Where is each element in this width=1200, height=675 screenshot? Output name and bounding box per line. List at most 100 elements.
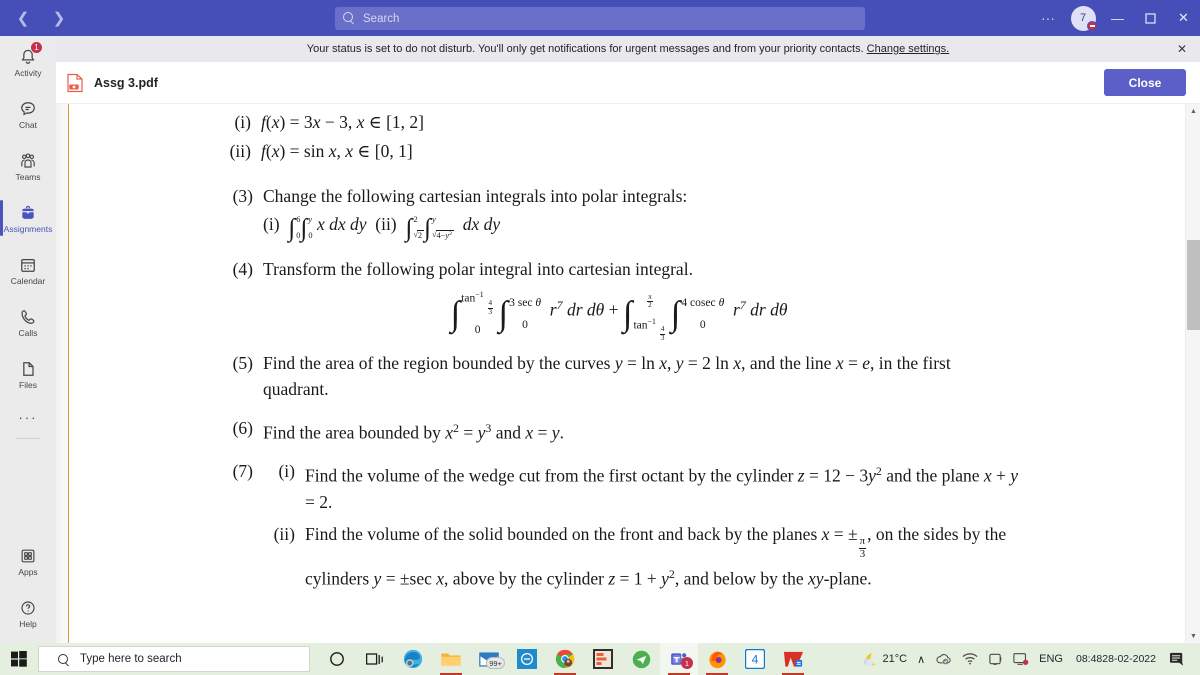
sidebar-item-help[interactable]: Help (0, 587, 56, 639)
microsoft-edge-icon (403, 649, 423, 669)
taskbar-app-wps-office[interactable] (774, 643, 812, 675)
temperature-label: 21°C (882, 653, 908, 665)
question-4-display-equation: ∫ tan−1 430 ∫ 3 sec θ0 r7 dr dθ + ∫ π 2 tan−1… (450, 290, 788, 343)
sidebar-item-label: Teams (15, 171, 41, 182)
avatar[interactable]: 7 (1065, 0, 1101, 36)
scroll-down-arrow-icon[interactable]: ▼ (1186, 629, 1200, 643)
start-button[interactable] (0, 643, 38, 675)
question-7-ii: (ii) Find the volume of the solid bounde… (263, 521, 1019, 592)
pdf-page: (i) f(x) = 3x − 3, x ∈ [1, 2] (ii) f(x) … (69, 104, 1187, 643)
onedrive-status[interactable] (930, 643, 957, 675)
sidebar-item-files[interactable]: Files (0, 348, 56, 400)
task-view-button[interactable] (356, 643, 394, 675)
vertical-scrollbar[interactable]: ▲ ▼ (1185, 104, 1200, 643)
question-circle-icon (18, 598, 38, 618)
sidebar-item-calls[interactable]: Calls (0, 296, 56, 348)
item-number: (ii) (229, 141, 251, 161)
taskbar-app-mail[interactable]: 99+ (470, 643, 508, 675)
item-body: f(x) = sin x, x ∈ [0, 1] (261, 141, 413, 161)
maximize-button[interactable] (1134, 0, 1167, 36)
pdf-text-content: (i) f(x) = 3x − 3, x ∈ [1, 2] (ii) f(x) … (219, 109, 1019, 597)
scrollbar-thumb[interactable] (1187, 240, 1200, 330)
taskbar-app-google-chrome[interactable] (546, 643, 584, 675)
sidebar-item-label: Apps (18, 566, 38, 577)
item-body: Find the volume of the solid bounded on … (305, 523, 1007, 589)
file-header-bar: Assg 3.pdf Close (56, 62, 1200, 104)
close-window-button[interactable]: ✕ (1167, 0, 1200, 36)
do-not-disturb-badge (1087, 21, 1097, 31)
blue-app-icon (517, 649, 537, 669)
scroll-up-arrow-icon[interactable]: ▲ (1186, 104, 1200, 118)
taskbar-app-mozilla-firefox[interactable] (698, 643, 736, 675)
change-settings-link[interactable]: Change settings. (867, 43, 950, 55)
sidebar-item-label: Calendar (10, 275, 46, 286)
close-button[interactable]: Close (1104, 69, 1186, 96)
mail-badge: 99+ (486, 657, 505, 669)
item-body: (i) Find the volume of the wedge cut fro… (263, 458, 1019, 594)
sidebar-more-apps-icon[interactable]: ··· (0, 400, 56, 434)
sidebar-item-chat[interactable]: Chat (0, 88, 56, 140)
sidebar-item-assignments[interactable]: Assignments (0, 192, 56, 244)
teams-window: ❮ ❯ Search ··· 7 — ✕ Activity 1 Chat Tea… (0, 0, 1200, 675)
dismiss-banner-icon[interactable]: ✕ (1174, 41, 1190, 57)
assignments-bag-icon (18, 203, 38, 223)
question-5: (5) Find the area of the region bounded … (219, 350, 1019, 402)
search-icon (58, 653, 71, 666)
question-3-text: Change the following cartesian integrals… (263, 186, 688, 206)
taskbar-search-placeholder: Type here to search (80, 653, 182, 665)
taskbar-app-orange-app[interactable] (584, 643, 622, 675)
sidebar-item-label: Assignments (3, 223, 53, 234)
sidebar-item-teams[interactable]: Teams (0, 140, 56, 192)
taskbar-app-icons: 99+ 1 4 (318, 643, 812, 675)
status-banner-message: Your status is set to do not disturb. Yo… (306, 43, 864, 55)
taskbar-app-microsoft-edge[interactable] (394, 643, 432, 675)
taskbar-app-blue-app[interactable] (508, 643, 546, 675)
language-indicator[interactable]: ENG (1034, 643, 1068, 675)
sidebar-item-label: Help (19, 618, 37, 629)
notification-center-button[interactable] (1164, 643, 1196, 675)
pdf-viewer: (i) f(x) = 3x − 3, x ∈ [1, 2] (ii) f(x) … (56, 104, 1200, 643)
clock-date[interactable]: 08:48 28-02-2022 (1068, 643, 1164, 675)
taskbar-app-blue-four-app[interactable]: 4 (736, 643, 774, 675)
item-number: (4) (232, 259, 253, 279)
moon-weather-icon (863, 653, 876, 666)
question-3-integrals: (i) ∫60∫y0 x dx dy (ii) ∫22∫y4−y2 dx dy (263, 211, 1019, 241)
question-4: (4) Transform the following polar integr… (219, 256, 1019, 282)
taskbar-app-file-explorer[interactable] (432, 643, 470, 675)
page-gutter (56, 104, 68, 643)
global-search[interactable]: Search (335, 7, 865, 30)
google-chrome-icon (555, 649, 575, 669)
question-3: (3) Change the following cartesian integ… (219, 183, 1019, 241)
search-input[interactable]: Search (335, 7, 865, 30)
search-icon (343, 12, 356, 25)
settings-more-icon[interactable]: ··· (1031, 0, 1065, 36)
sidebar-item-label: Chat (19, 119, 37, 130)
sidebar-item-activity[interactable]: Activity 1 (0, 36, 56, 88)
item-body: Find the area of the region bounded by t… (263, 350, 1019, 402)
minimize-button[interactable]: — (1101, 0, 1134, 36)
sidebar-item-label: Activity (14, 67, 42, 78)
navigation-arrows: ❮ ❯ (12, 7, 70, 29)
forward-icon[interactable]: ❯ (48, 7, 70, 29)
show-hidden-icons-button[interactable]: ∧ (912, 643, 930, 675)
cortana-button[interactable] (318, 643, 356, 675)
back-icon[interactable]: ❮ (12, 7, 34, 29)
sidebar-item-calendar[interactable]: Calendar (0, 244, 56, 296)
question-5-line-1: Find the area of the region bounded by t… (263, 352, 611, 373)
taskbar-app-microsoft-teams[interactable]: 1 (660, 643, 698, 675)
status-banner: Your status is set to do not disturb. Yo… (56, 36, 1200, 62)
question-7-i: (i) Find the volume of the wedge cut fro… (263, 458, 1019, 515)
item-body: f(x) = 3x − 3, x ∈ [1, 2] (261, 112, 424, 132)
item-number: (6) (232, 417, 253, 438)
item-number: (ii) (273, 523, 295, 544)
cortana-circle-icon (330, 652, 344, 666)
weather-widget[interactable]: 21°C (856, 643, 913, 675)
wps-office-icon (783, 651, 803, 667)
battery-status[interactable] (983, 643, 1008, 675)
display-alert-status[interactable] (1008, 643, 1034, 675)
network-status[interactable] (957, 643, 983, 675)
teams-people-icon (18, 151, 38, 171)
taskbar-app-telegram[interactable] (622, 643, 660, 675)
taskbar-search-input[interactable]: Type here to search (38, 646, 310, 672)
sidebar-item-apps[interactable]: Apps (0, 535, 56, 587)
